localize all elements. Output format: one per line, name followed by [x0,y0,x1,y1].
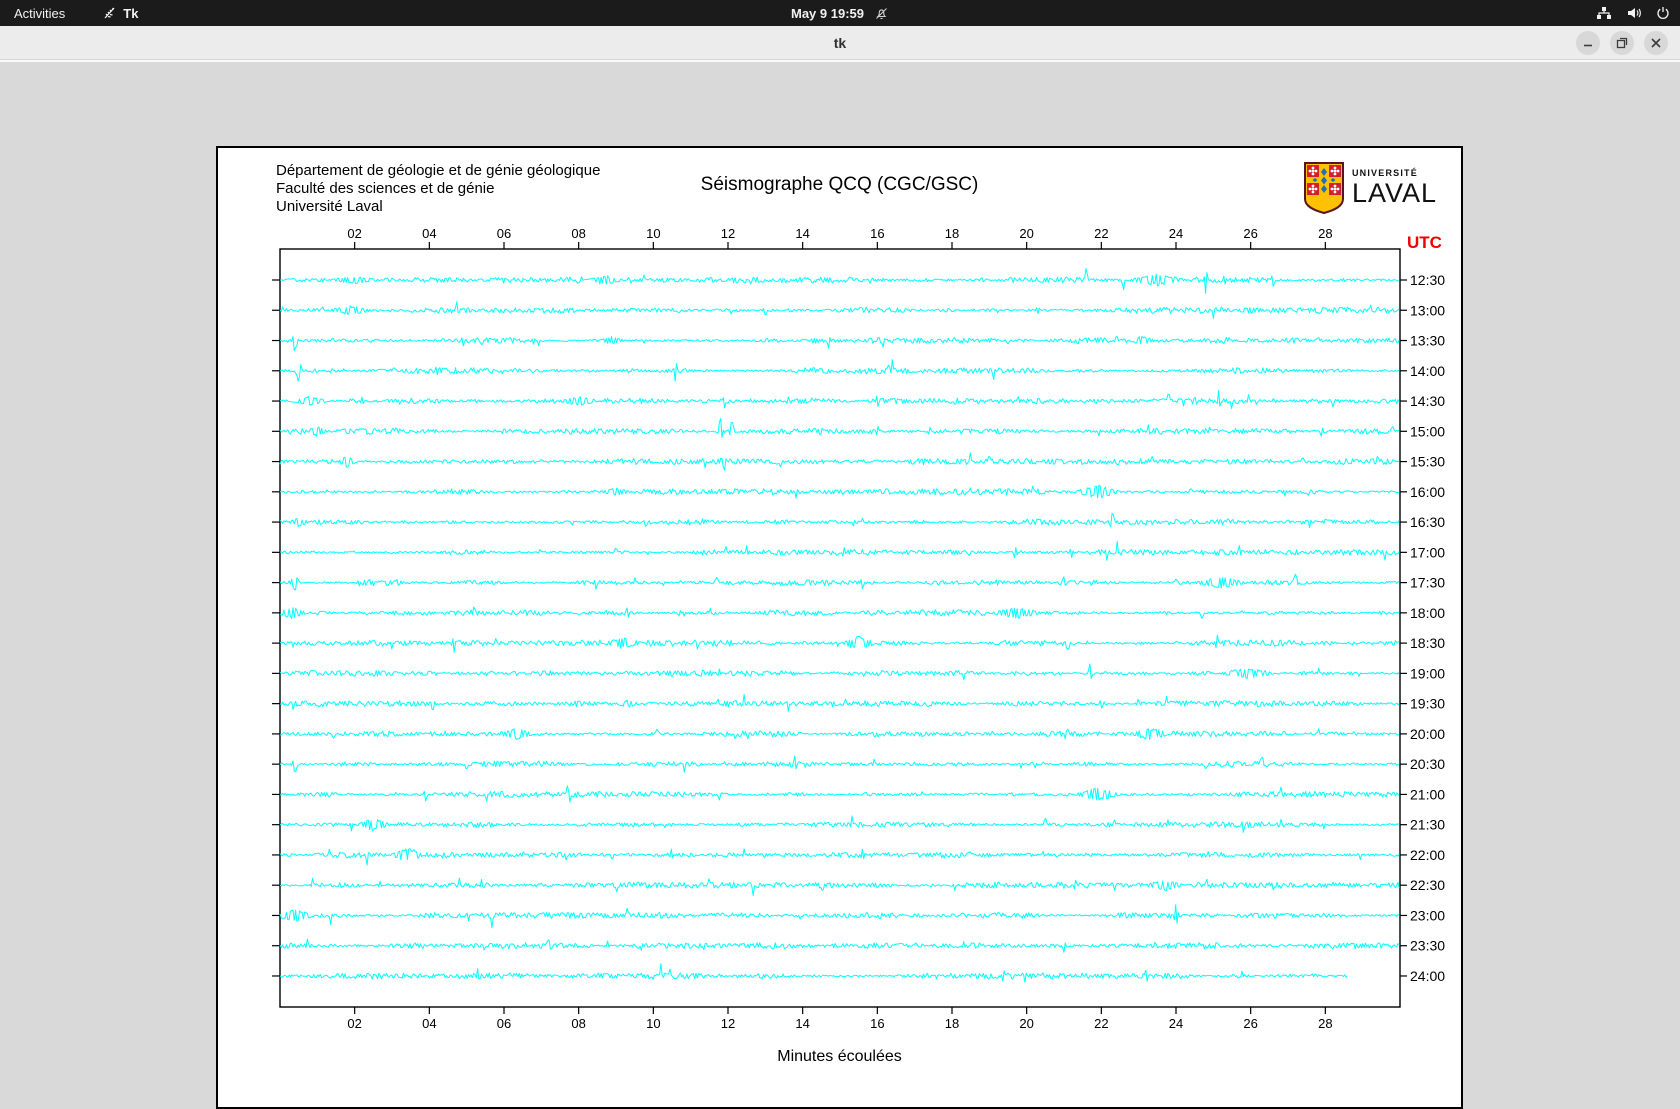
x-tick-label-top: 02 [347,226,361,241]
seismogram-trace [279,938,1400,953]
x-tick-label-bottom: 10 [646,1016,660,1031]
window-titlebar[interactable]: tk [0,26,1680,60]
seismogram-trace [279,904,1400,929]
seismogram-trace [279,573,1400,591]
seismograph-canvas: Département de géologie et de génie géol… [216,146,1463,1109]
utc-time-label: 22:30 [1410,877,1445,893]
seismogram-trace [279,267,1400,294]
seismogram-trace [279,484,1400,499]
x-tick-label-bottom: 04 [422,1016,436,1031]
x-tick-label-top: 18 [945,226,959,241]
seismogram-trace [279,335,1400,352]
utc-time-label: 22:00 [1410,847,1445,863]
seismogram-trace [279,785,1400,803]
utc-time-label: 15:30 [1410,454,1445,470]
power-icon[interactable] [1656,6,1670,20]
x-tick-label-top: 16 [870,226,884,241]
utc-time-label: 15:00 [1410,423,1445,439]
x-tick-label-bottom: 20 [1019,1016,1033,1031]
plot-frame [279,248,1401,1008]
x-tick-label-top: 04 [422,226,436,241]
utc-time-label: 18:30 [1410,635,1445,651]
utc-time-label: 19:00 [1410,665,1445,681]
seismogram-trace [279,359,1400,382]
clock-label[interactable]: May 9 19:59 [791,6,864,21]
x-tick-label-bottom: 14 [795,1016,809,1031]
seismogram-trace [279,390,1400,409]
x-tick-label-top: 08 [571,226,585,241]
maximize-button[interactable] [1610,31,1634,55]
tk-window-background: Département de géologie et de génie géol… [0,60,1680,1109]
volume-icon[interactable] [1626,6,1642,20]
seismogram-trace [279,663,1400,681]
x-tick-label-bottom: 16 [870,1016,884,1031]
x-axis-label: Minutes écoulées [777,1048,902,1065]
notifications-disabled-icon [874,6,889,21]
seismogram-trace [279,877,1400,896]
utc-time-label: 14:30 [1410,393,1445,409]
x-tick-label-top: 26 [1243,226,1257,241]
seismogram-plot: 02 02 04 04 06 06 08 08 10 10 12 12 14 14 16 16 18 18 20 20… [272,226,1445,1031]
window-title: tk [833,35,847,51]
seismogram-trace [279,540,1400,561]
x-tick-label-bottom: 06 [497,1016,511,1031]
utc-time-label: 18:00 [1410,605,1445,621]
x-tick-label-top: 28 [1318,226,1332,241]
seismogram-trace [279,301,1400,319]
utc-time-label: 21:00 [1410,786,1445,802]
seismogram-trace [279,693,1400,712]
x-tick-label-bottom: 12 [721,1016,735,1031]
x-tick-label-top: 20 [1019,226,1033,241]
utc-time-label: 17:00 [1410,544,1445,560]
x-tick-label-bottom: 26 [1243,1016,1257,1031]
x-tick-label-top: 24 [1169,226,1183,241]
utc-time-label: 13:00 [1410,302,1445,318]
utc-time-label: 23:00 [1410,907,1445,923]
network-wired-icon[interactable] [1596,6,1612,20]
seismogram-trace [279,512,1400,529]
utc-time-label: 24:00 [1410,968,1445,984]
seismogram-trace [279,452,1400,471]
x-tick-label-bottom: 02 [347,1016,361,1031]
seismogram-trace [279,606,1400,619]
gnome-top-bar: Activities Tk May 9 19:59 [0,0,1680,26]
seismogram-trace [279,418,1400,438]
utc-time-label: 13:30 [1410,333,1445,349]
utc-time-label: 20:30 [1410,756,1445,772]
utc-time-label: 12:30 [1410,272,1445,288]
x-tick-label-bottom: 08 [571,1016,585,1031]
utc-time-label: 19:30 [1410,696,1445,712]
utc-time-label: 16:00 [1410,484,1445,500]
x-tick-label-bottom: 22 [1094,1016,1108,1031]
seismogram-trace [279,634,1400,653]
x-tick-label-top: 14 [795,226,809,241]
minimize-button[interactable] [1576,31,1600,55]
seismogram-trace [279,755,1400,773]
x-tick-label-top: 12 [721,226,735,241]
seismogram-trace [279,848,1400,866]
close-button[interactable] [1644,31,1668,55]
utc-time-label: 21:30 [1410,817,1445,833]
seismogram-trace [279,815,1400,833]
x-tick-label-top: 06 [497,226,511,241]
x-tick-label-bottom: 24 [1169,1016,1183,1031]
x-tick-label-bottom: 28 [1318,1016,1332,1031]
utc-time-label: 14:00 [1410,363,1445,379]
utc-time-label: 20:00 [1410,726,1445,742]
utc-time-label: 23:30 [1410,938,1445,954]
seismogram-trace [280,728,1400,740]
x-tick-label-top: 10 [646,226,660,241]
x-tick-label-top: 22 [1094,226,1108,241]
utc-time-label: 17:30 [1410,575,1445,591]
utc-time-label: 16:30 [1410,514,1445,530]
seismogram-trace [279,963,1348,983]
x-tick-label-bottom: 18 [945,1016,959,1031]
